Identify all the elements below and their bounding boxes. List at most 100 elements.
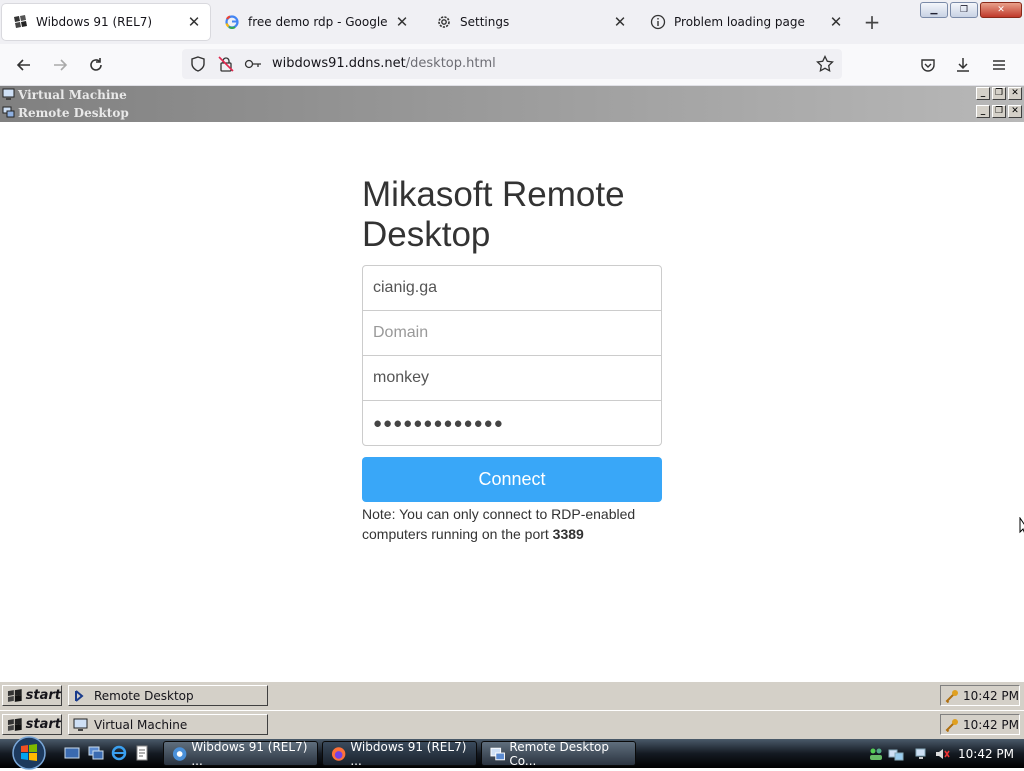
arrow-right-icon — [54, 59, 68, 71]
start-label: start — [25, 717, 61, 732]
virtual-machine-titlebar[interactable]: Virtual Machine _ ❐ ✕ — [0, 86, 1024, 104]
password-input[interactable]: ●●●●●●●●●●●●● — [363, 400, 661, 445]
key-icon — [945, 689, 958, 703]
clock: 10:42 PM — [958, 746, 1014, 761]
wibdows-logo-icon — [12, 14, 28, 30]
clock: 10:42 PM — [963, 688, 1019, 703]
url-host: wibdows91.ddns.net — [272, 56, 406, 71]
forward-button[interactable] — [49, 54, 71, 76]
monitor-icon — [73, 718, 88, 731]
close-window-button[interactable]: ✕ — [980, 2, 1022, 18]
info-icon — [650, 14, 666, 30]
minimize-button[interactable]: _ — [976, 105, 990, 118]
google-g-icon — [224, 14, 240, 30]
tab-close-icon[interactable]: ✕ — [184, 12, 204, 32]
menu-button[interactable] — [988, 54, 1010, 76]
tab-settings[interactable]: Settings ✕ — [426, 4, 636, 40]
shield-icon[interactable] — [190, 56, 206, 72]
remote-desktop-titlebar[interactable]: Remote Desktop _ ❐ ✕ — [0, 104, 1024, 122]
new-tab-button[interactable]: + — [862, 12, 882, 32]
reload-button[interactable] — [85, 54, 107, 76]
clock: 10:42 PM — [963, 717, 1019, 732]
taskbar-item-remote-desktop-connection[interactable]: Remote Desktop Co... — [481, 740, 636, 768]
minimize-button[interactable]: _ — [976, 87, 990, 100]
tab-google-search[interactable]: free demo rdp - Google Search ✕ — [214, 4, 418, 40]
navigation-toolbar: wibdows91.ddns.net/desktop.html — [0, 44, 1024, 86]
start-label: start — [25, 688, 61, 703]
domain-input[interactable]: Domain — [363, 310, 661, 355]
network-icon[interactable] — [888, 746, 904, 762]
bookmark-star-icon[interactable] — [816, 55, 834, 73]
taskbar-item-firefox[interactable]: Wibdows 91 (REL7) ... — [322, 740, 477, 768]
window-title: Virtual Machine — [18, 88, 127, 102]
notepad-icon[interactable] — [134, 745, 150, 761]
minimize-button[interactable]: ▁ — [920, 2, 948, 18]
tab-title: Settings — [460, 15, 510, 29]
key-icon — [945, 718, 958, 732]
tab-close-icon[interactable]: ✕ — [392, 12, 412, 32]
reload-icon — [90, 58, 102, 71]
firefox-icon — [331, 746, 346, 761]
start-button[interactable]: start — [2, 714, 62, 735]
remote-desktop-icon — [75, 689, 84, 702]
restore-button[interactable]: ❐ — [992, 105, 1006, 118]
pocket-button[interactable] — [917, 54, 939, 76]
windows-flag-icon — [7, 688, 22, 702]
host-taskbar: Wibdows 91 (REL7) ... Wibdows 91 (REL7) … — [0, 736, 1024, 770]
page-title: Mikasoft Remote Desktop — [362, 175, 625, 254]
taskbar-item-remote-desktop[interactable]: Remote Desktop — [68, 685, 268, 706]
download-icon — [957, 58, 969, 72]
close-button[interactable]: ✕ — [1008, 87, 1022, 100]
internet-explorer-icon[interactable] — [111, 745, 127, 761]
show-desktop-icon[interactable] — [64, 745, 80, 761]
chrome-icon — [172, 746, 187, 761]
url-path: /desktop.html — [405, 56, 496, 71]
remote-desktop-icon — [490, 747, 505, 760]
tab-problem-loading[interactable]: Problem loading page ✕ — [640, 4, 852, 40]
taskbar-item-virtual-machine[interactable]: Virtual Machine — [68, 714, 268, 735]
login-fields: cianig.ga Domain monkey ●●●●●●●●●●●●● — [362, 265, 662, 446]
system-tray: 10:42 PM — [940, 714, 1020, 735]
connect-button[interactable]: Connect — [362, 457, 662, 502]
task-label: Virtual Machine — [94, 717, 188, 732]
monitor-icon — [2, 88, 15, 101]
taskbar-item-chrome[interactable]: Wibdows 91 (REL7) ... — [163, 740, 318, 768]
port-note: Note: You can only connect to RDP-enable… — [362, 504, 662, 544]
network-status-icon[interactable] — [914, 746, 930, 762]
username-input[interactable]: monkey — [363, 355, 661, 400]
browser-tab-bar: Wibdows 91 (REL7) ✕ free demo rdp - Goog… — [0, 0, 1024, 44]
key-icon[interactable] — [244, 56, 262, 72]
tab-title: Wibdows 91 (REL7) — [36, 15, 153, 29]
restore-button[interactable]: ❐ — [950, 2, 978, 18]
url-text[interactable]: wibdows91.ddns.net/desktop.html — [272, 56, 496, 71]
back-button[interactable] — [13, 54, 35, 76]
volume-muted-icon[interactable] — [934, 746, 950, 762]
tab-title: Problem loading page — [674, 15, 805, 29]
tab-title: free demo rdp - Google Search — [248, 15, 392, 29]
window-title: Remote Desktop — [18, 106, 129, 120]
tab-close-icon[interactable]: ✕ — [826, 12, 846, 32]
start-button[interactable]: start — [2, 685, 62, 706]
remote-desktop-login: Mikasoft Remote Desktop cianig.ga Domain… — [362, 175, 662, 544]
users-icon[interactable] — [868, 746, 884, 762]
note-text: Note: You can only connect to RDP-enable… — [362, 506, 636, 542]
pocket-icon — [921, 59, 935, 72]
downloads-button[interactable] — [952, 54, 974, 76]
remote-desktop-taskbar: start Remote Desktop 10:42 PM — [0, 681, 1024, 710]
tab-close-icon[interactable]: ✕ — [610, 12, 630, 32]
switch-windows-icon[interactable] — [88, 745, 104, 761]
insecure-lock-icon[interactable] — [218, 56, 234, 72]
tab-wibdows-91[interactable]: Wibdows 91 (REL7) ✕ — [2, 4, 210, 40]
host-input[interactable]: cianig.ga — [363, 266, 661, 310]
note-port: 3389 — [552, 526, 584, 542]
windows-flag-icon — [7, 717, 22, 731]
windows-orb-start-button[interactable] — [9, 735, 49, 771]
task-label: Remote Desktop — [94, 688, 194, 703]
url-bar[interactable]: wibdows91.ddns.net/desktop.html — [182, 49, 842, 79]
notification-area: 10:42 PM — [868, 739, 1024, 768]
close-button[interactable]: ✕ — [1008, 105, 1022, 118]
window-controls: ▁ ❐ ✕ — [920, 2, 1022, 18]
remote-desktop-icon — [2, 106, 15, 119]
restore-button[interactable]: ❐ — [992, 87, 1006, 100]
system-tray: 10:42 PM — [940, 685, 1020, 706]
